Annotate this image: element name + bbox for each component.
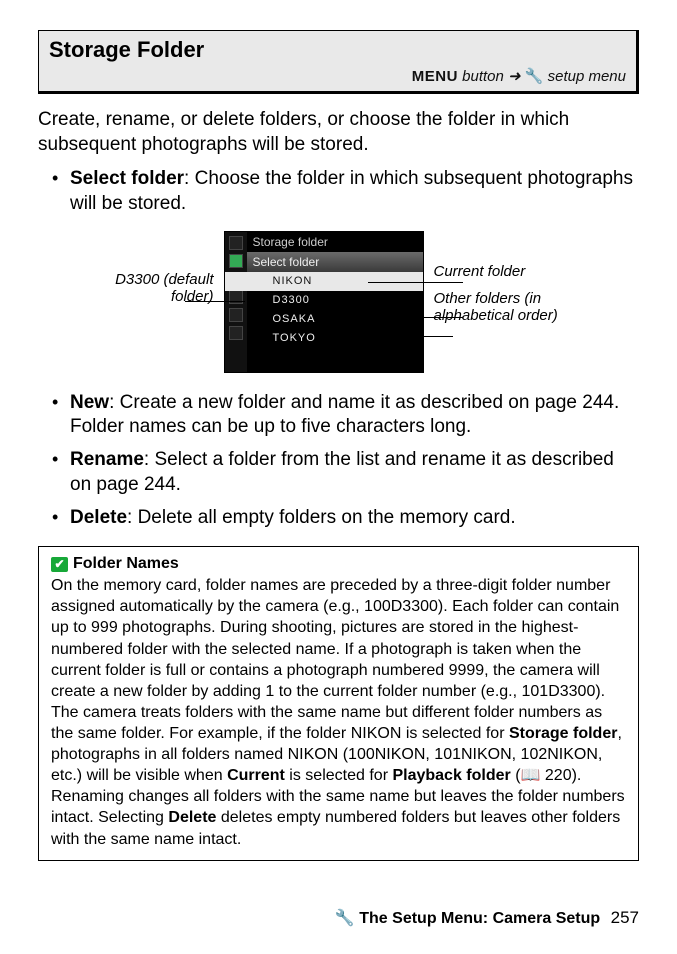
menu-path: MENU button ➜ 🔧 setup menu	[49, 63, 626, 87]
note-text: On the memory card, folder names are pre…	[51, 577, 619, 742]
lcd-row: OSAKA	[225, 310, 423, 329]
bullet-label: Rename	[70, 449, 144, 470]
lcd-header: Select folder	[225, 252, 423, 272]
callout-line	[398, 317, 463, 318]
lcd-row: D3300	[225, 291, 423, 310]
intro-text: Create, rename, or delete folders, or ch…	[38, 108, 639, 157]
callout-current-folder: Current folder	[434, 263, 584, 280]
bullet-list-bottom: New: Create a new folder and name it as …	[38, 391, 639, 530]
bullet-list-top: Select folder: Choose the folder in whic…	[38, 167, 639, 216]
camera-lcd: Storage folder Select folder NIKON D3300…	[224, 231, 424, 373]
page-footer: 🔧 The Setup Menu: Camera Setup 257	[335, 908, 639, 928]
bullet-label: Select folder	[70, 168, 184, 189]
section-header-box: Storage Folder MENU button ➜ 🔧 setup men…	[38, 30, 639, 94]
note-body: On the memory card, folder names are pre…	[51, 575, 626, 849]
note-bold: Playback folder	[392, 767, 510, 784]
page-number: 257	[611, 908, 639, 927]
footer-title: The Setup Menu: Camera Setup	[359, 910, 600, 927]
bullet-text: : Delete all empty folders on the memory…	[127, 507, 516, 528]
bullet-text: : Create a new folder and name it as des…	[70, 392, 619, 438]
figure-area: D3300 (default folder) Storage folder Se…	[38, 231, 639, 373]
note-bold: Delete	[168, 809, 216, 826]
bullet-label: Delete	[70, 507, 127, 528]
check-icon: ✔	[51, 557, 68, 572]
note-box: ✔ Folder Names On the memory card, folde…	[38, 546, 639, 860]
note-title: Folder Names	[73, 555, 179, 573]
note-title-row: ✔ Folder Names	[51, 555, 626, 573]
wrench-icon: 🔧	[525, 68, 544, 85]
bullet-delete: Delete: Delete all empty folders on the …	[56, 506, 639, 531]
lcd-row: TOKYO	[225, 329, 423, 348]
bullet-select-folder: Select folder: Choose the folder in whic…	[56, 167, 639, 216]
lcd-top-label: Storage folder	[225, 232, 423, 252]
menu-word: MENU	[412, 68, 458, 85]
button-word: button	[458, 68, 504, 85]
callout-other-folders: Other folders (in alphabetical order)	[434, 290, 584, 324]
arrow-icon: ➜	[504, 68, 525, 85]
bullet-label: New	[70, 392, 109, 413]
setup-menu-label: setup menu	[543, 68, 626, 85]
note-text: is selected for	[285, 767, 393, 784]
callout-line	[185, 301, 245, 302]
wrench-icon: 🔧	[335, 910, 355, 927]
note-bold: Storage folder	[509, 725, 617, 742]
callout-line	[398, 336, 453, 337]
callout-line	[368, 282, 463, 283]
bullet-rename: Rename: Select a folder from the list an…	[56, 448, 639, 497]
callout-left: D3300 (default folder)	[94, 231, 214, 305]
section-title: Storage Folder	[49, 37, 626, 63]
bullet-new: New: Create a new folder and name it as …	[56, 391, 639, 440]
note-bold: Current	[227, 767, 285, 784]
bullet-text: : Select a folder from the list and rena…	[70, 449, 614, 495]
